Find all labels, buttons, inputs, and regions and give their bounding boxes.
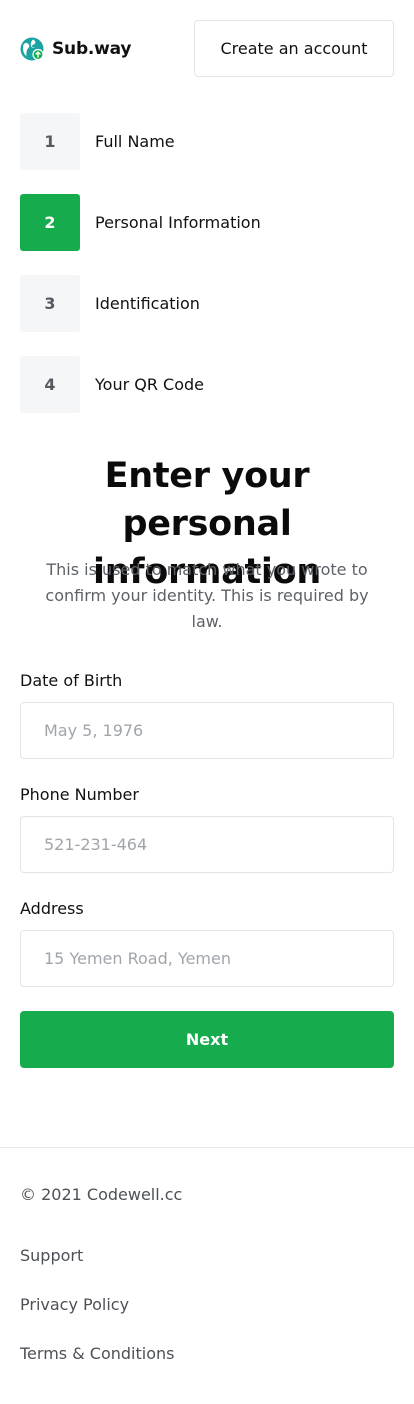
phone-input[interactable] bbox=[20, 816, 394, 873]
step-number: 3 bbox=[20, 275, 80, 332]
footer-divider bbox=[0, 1147, 414, 1148]
page-subtitle: This is used to match what you wrote to … bbox=[45, 560, 369, 631]
step-personal-information[interactable]: 2 Personal Information bbox=[20, 194, 400, 251]
step-number: 4 bbox=[20, 356, 80, 413]
signup-page: Sub.way Create an account 1 Full Name 2 … bbox=[0, 0, 414, 1404]
dob-label: Date of Birth bbox=[20, 671, 123, 690]
phone-label: Phone Number bbox=[20, 785, 139, 804]
step-number: 1 bbox=[20, 113, 80, 170]
step-label: Identification bbox=[95, 294, 200, 313]
step-label: Your QR Code bbox=[95, 375, 204, 394]
step-qr-code[interactable]: 4 Your QR Code bbox=[20, 356, 400, 413]
step-number: 2 bbox=[20, 194, 80, 251]
step-identification[interactable]: 3 Identification bbox=[20, 275, 400, 332]
dob-input[interactable] bbox=[20, 702, 394, 759]
next-button[interactable]: Next bbox=[20, 1011, 394, 1068]
step-label: Personal Information bbox=[95, 213, 261, 232]
header: Sub.way Create an account bbox=[0, 0, 414, 96]
terms-conditions-link[interactable]: Terms & Conditions bbox=[20, 1344, 174, 1363]
create-account-button[interactable]: Create an account bbox=[194, 20, 394, 77]
globe-icon bbox=[20, 37, 44, 61]
support-link[interactable]: Support bbox=[20, 1246, 83, 1265]
address-input[interactable] bbox=[20, 930, 394, 987]
address-label: Address bbox=[20, 899, 84, 918]
brand-name: Sub.way bbox=[52, 39, 132, 59]
privacy-policy-link[interactable]: Privacy Policy bbox=[20, 1295, 129, 1314]
brand-logo[interactable]: Sub.way bbox=[20, 36, 132, 62]
step-label: Full Name bbox=[95, 132, 175, 151]
step-full-name[interactable]: 1 Full Name bbox=[20, 113, 400, 170]
copyright-text: © 2021 Codewell.cc bbox=[20, 1185, 183, 1204]
